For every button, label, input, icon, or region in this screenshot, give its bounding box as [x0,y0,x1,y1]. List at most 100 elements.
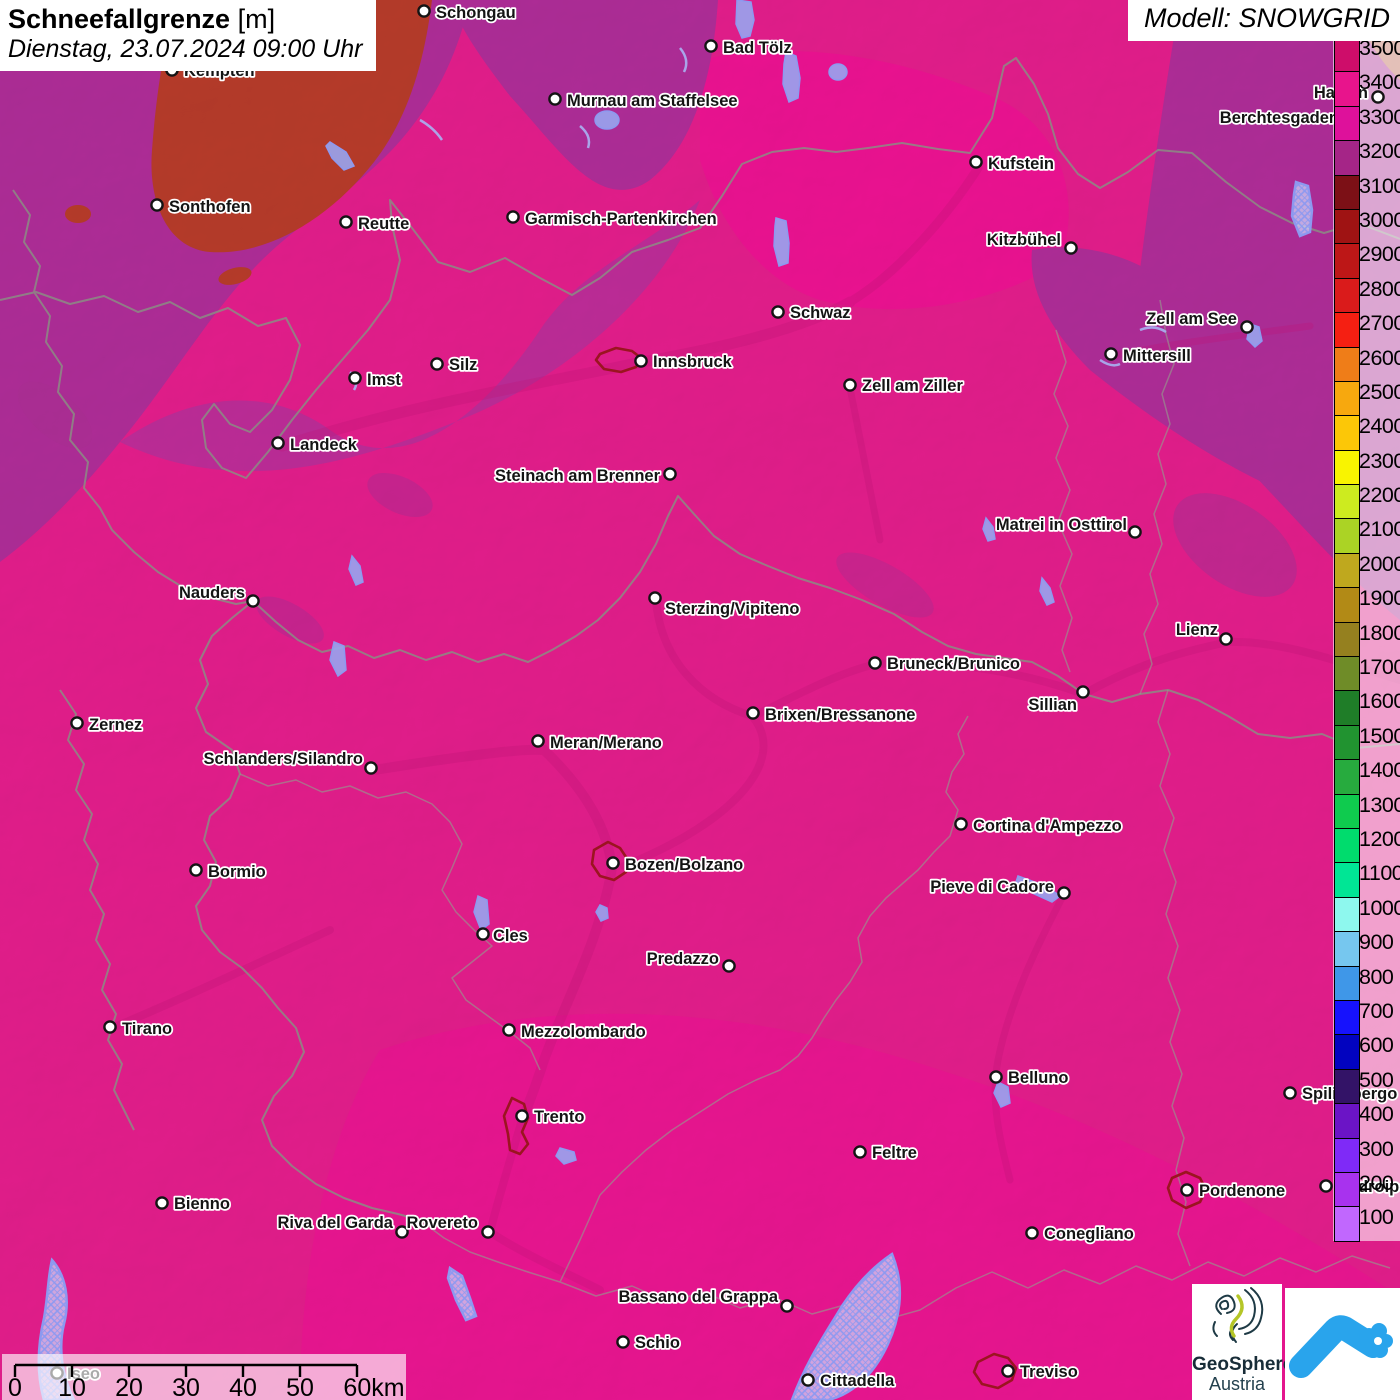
city-tirano: Tirano [103,1018,174,1040]
city-label: Schongau [436,4,516,22]
city-label: Brixen/Bressanone [765,706,915,724]
legend-color-box [1335,71,1359,106]
legend-tick-label: 900 [1359,930,1394,955]
legend-color-box [1335,999,1359,1035]
city-schwaz: Schwaz [771,302,852,324]
city-label: Schwaz [790,304,851,322]
city-dot [1104,347,1118,361]
city-label: Schlanders/Silandro [203,750,363,768]
scalebar-label: 0 [8,1374,22,1400]
city-label: Riva del Garda [277,1214,393,1232]
city-label: Murnau am Staffelsee [567,92,738,110]
city-label: Zernez [89,716,142,734]
legend-color-box [1335,827,1359,863]
city-label: Feltre [872,1144,917,1162]
city-dot [246,594,260,608]
city-label: Predazzo [647,950,719,968]
city-bassano-del-grappa: Bassano del Grappa [617,1286,794,1313]
city-label: Mittersill [1123,347,1191,365]
city-bozen-bolzano: Bozen/Bolzano [606,854,745,876]
legend-tick-label: 1900 [1359,586,1400,611]
legend-tick-label: 2100 [1359,517,1400,542]
legend-tick-label: 700 [1359,998,1394,1023]
city-dot [1180,1183,1194,1197]
legend-tick-label: 3000 [1359,207,1400,232]
city-innsbruck: Innsbruck [634,351,734,373]
geosphere-logo-icon [1212,1287,1264,1343]
legend-tick-label: 1800 [1359,620,1400,645]
scalebar-label: 10 [58,1374,86,1400]
city-label: Mezzolombardo [521,1023,646,1041]
city-label: Belluno [1008,1069,1069,1087]
city-label: Cittadella [820,1372,895,1390]
city-label: Bozen/Bolzano [625,856,743,874]
city-garmisch-partenkirchen: Garmisch-Partenkirchen [506,208,718,230]
city-label: Sillian [1028,696,1077,714]
city-label: Bruneck/Brunico [887,655,1020,673]
legend-color-box [1335,1137,1359,1172]
city-label: Landeck [290,436,358,454]
legend-color-box [1335,587,1359,622]
city-label: Treviso [1020,1363,1078,1381]
city-dot [348,371,362,385]
legend-tick-label: 2600 [1359,345,1400,370]
legend-tick-label: 1200 [1359,826,1400,851]
city-label: Cles [493,927,528,945]
legend-color-box [1335,346,1359,381]
city-sonthofen: Sonthofen [150,196,252,218]
legend-tick-label: 300 [1359,1136,1394,1161]
city-sillian: Sillian [1027,685,1090,716]
city-label: Nauders [179,584,245,602]
city-label: Silz [449,356,477,374]
scalebar-label: 30 [172,1374,200,1400]
legend-color-box [1335,518,1359,553]
city-reutte: Reutte [339,213,411,235]
city-label: Zell am See [1146,310,1237,328]
city-cortina-d-ampezzo: Cortina d'Ampezzo [954,815,1123,837]
legend-color-box [1335,1034,1359,1069]
city-label: Sonthofen [169,198,251,216]
city-belluno: Belluno [989,1067,1070,1089]
city-dot [746,706,760,720]
city-label: Steinach am Brenner [495,467,661,485]
city-imst: Imst [348,369,403,391]
city-dot [606,856,620,870]
legend-color-box [1335,931,1359,966]
legend-color-box [1335,380,1359,416]
legend-tick-label: 200 [1359,1170,1394,1195]
city-label: Bassano del Grappa [618,1288,778,1306]
scale-bar: 0 10 20 30 40 50 60km [2,1354,406,1400]
city-feltre: Feltre [853,1142,919,1164]
city-label: Schio [635,1334,680,1352]
legend-tick-label: 3500 [1359,36,1400,60]
scalebar-labels: 0 10 20 30 40 50 60km [8,1374,405,1400]
city-dot [722,959,736,973]
city-dot [481,1225,495,1239]
city-zernez: Zernez [70,714,144,736]
legend-tick-label: 3200 [1359,139,1400,164]
city-dot [271,436,285,450]
city-dot [476,927,490,941]
city-label: Innsbruck [653,353,733,371]
legend-colorbar [1334,36,1360,1242]
city-label: Garmisch-Partenkirchen [525,210,717,228]
legend-color-box [1335,1103,1359,1138]
city-dot [103,1020,117,1034]
city-trento: Trento [515,1106,586,1128]
city-dot [502,1023,516,1037]
city-dot [189,863,203,877]
city-matrei-in-osttirol: Matrei in Osttirol [994,514,1142,539]
legend-color-box [1335,896,1359,932]
legend-tick-label: 2200 [1359,483,1400,508]
city-pieve-di-cadore: Pieve di Cadore [928,876,1071,900]
legend-tick-label: 2400 [1359,414,1400,439]
city-dot [339,215,353,229]
city-nauders: Nauders [177,582,260,608]
city-silz: Silz [430,354,479,376]
legend-color-box [1335,793,1359,828]
city-kitzb-hel: Kitzbühel [985,229,1078,255]
city-lienz: Lienz [1174,619,1233,646]
city-dot [430,357,444,371]
city-rovereto: Rovereto [405,1212,495,1239]
city-dot [969,155,983,169]
